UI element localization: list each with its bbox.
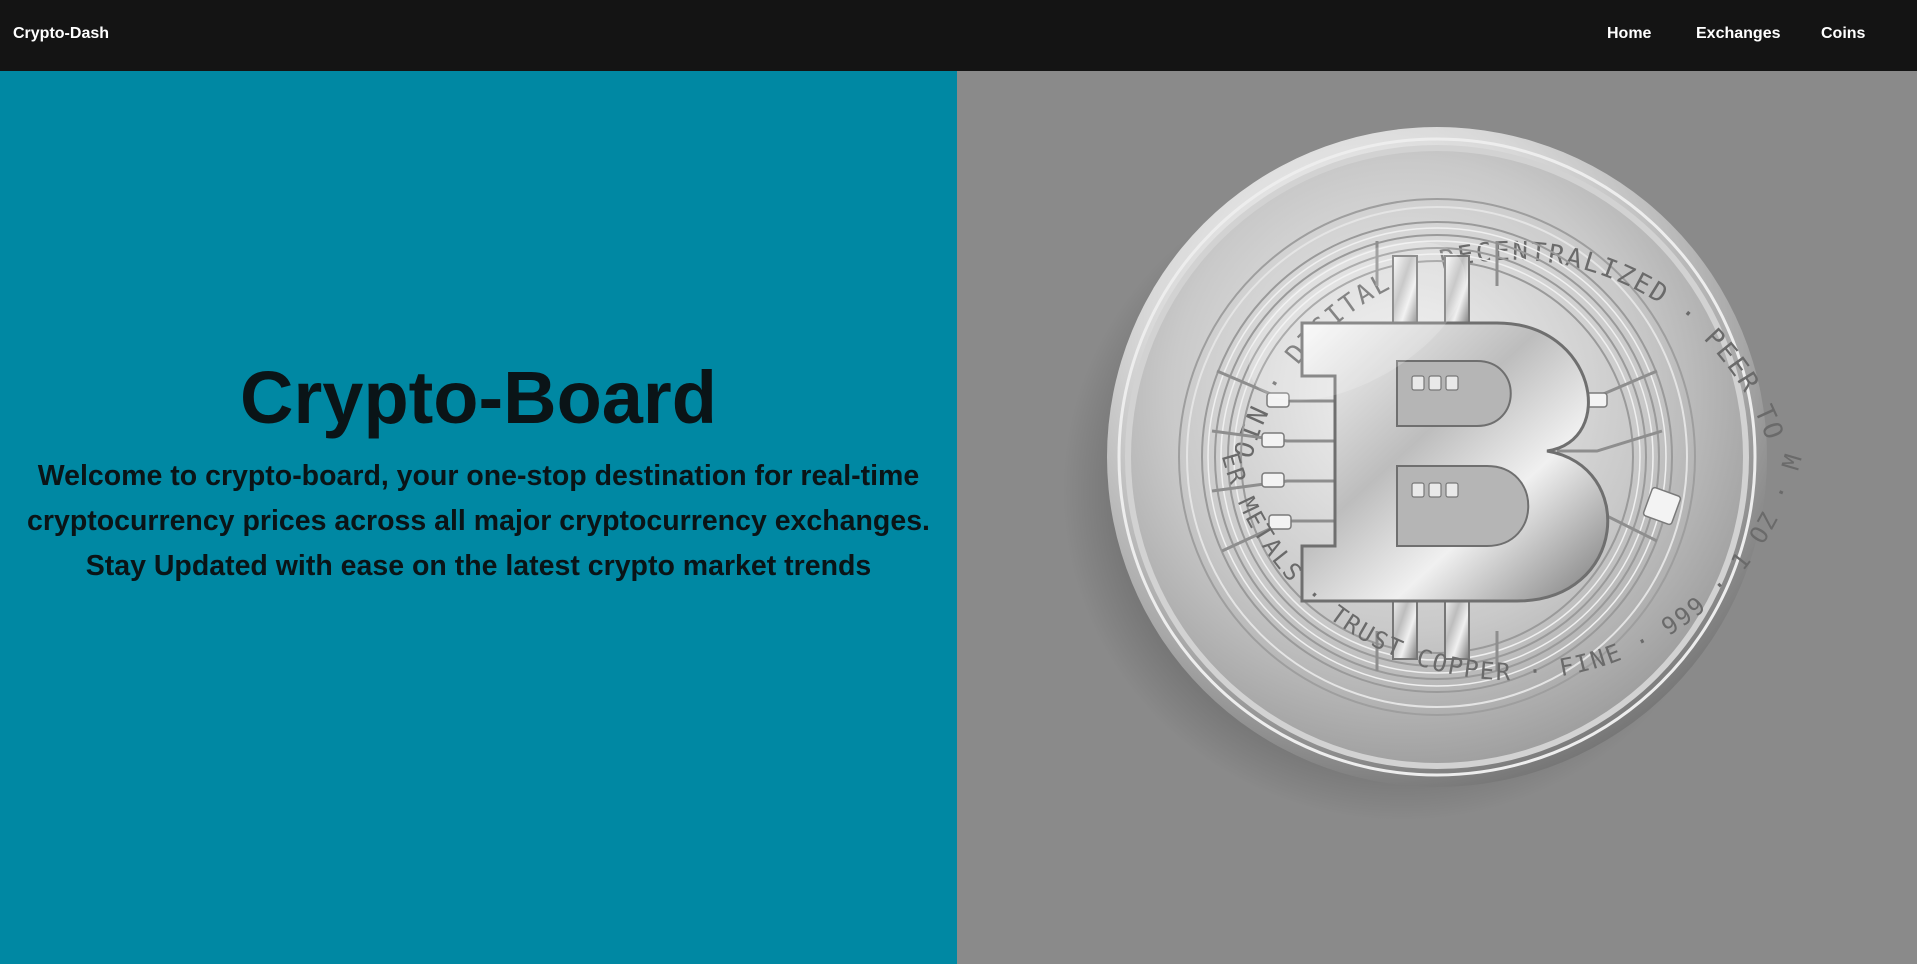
hero-description: Welcome to crypto-board, your one-stop d…	[0, 454, 957, 589]
hero-title: Crypto-Board	[240, 356, 717, 439]
nav-link-exchanges[interactable]: Exchanges	[1696, 0, 1780, 71]
hero-section: Crypto-Board Welcome to crypto-board, yo…	[0, 71, 1917, 964]
nav-link-coins[interactable]: Coins	[1821, 0, 1865, 71]
top-navbar: Crypto-Dash Home Exchanges Coins	[0, 0, 1917, 71]
hero-description-line: Welcome to crypto-board, your one-stop d…	[37, 460, 920, 492]
brand-link[interactable]: Crypto-Dash	[13, 0, 109, 71]
bitcoin-coin-icon: BITCOIN · DIGITAL · DECENTRALIZED · PEER…	[957, 71, 1806, 821]
nav-link-home[interactable]: Home	[1607, 0, 1651, 71]
hero-description-line: Stay Updated with ease on the latest cry…	[85, 550, 872, 582]
hero-text-panel: Crypto-Board Welcome to crypto-board, yo…	[0, 71, 957, 964]
hero-description-line: cryptocurrency prices across all major c…	[27, 505, 930, 537]
hero-image-panel: BITCOIN · DIGITAL · DECENTRALIZED · PEER…	[957, 71, 1917, 964]
